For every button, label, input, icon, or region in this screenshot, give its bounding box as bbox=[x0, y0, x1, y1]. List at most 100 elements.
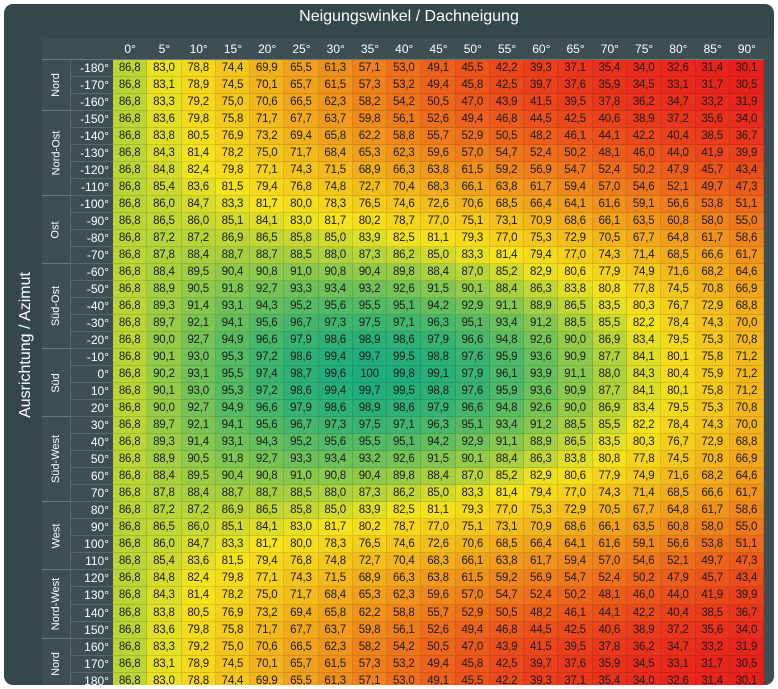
heatmap-cell: 92,7 bbox=[181, 332, 216, 350]
heatmap-cell: 79,8 bbox=[215, 162, 251, 180]
heatmap-cell: 50,5 bbox=[421, 94, 456, 112]
heatmap-cell: 88,4 bbox=[489, 451, 525, 469]
heatmap-cell: 88,9 bbox=[147, 451, 182, 469]
heatmap-cell: 58,2 bbox=[352, 94, 388, 112]
heatmap-cell: 88,0 bbox=[592, 366, 627, 384]
heatmap-cell: 56,1 bbox=[387, 621, 422, 639]
heatmap-cell: 48,2 bbox=[524, 604, 559, 622]
heatmap-cell: 83,0 bbox=[147, 60, 182, 78]
heatmap-cell: 31,7 bbox=[695, 77, 730, 95]
column-header: 45° bbox=[421, 39, 456, 60]
direction-label: Süd bbox=[42, 349, 71, 418]
heatmap-cell: 34,0 bbox=[729, 111, 765, 129]
heatmap-cell: 77,0 bbox=[489, 502, 525, 520]
heatmap-cell: 95,1 bbox=[387, 434, 422, 452]
heatmap-cell: 81,5 bbox=[215, 553, 251, 571]
heatmap-cell: 40,4 bbox=[661, 128, 696, 146]
direction-label: Nord-Ost bbox=[42, 111, 71, 197]
heatmap-cell: 71,7 bbox=[284, 587, 319, 605]
row-header: -70° bbox=[71, 247, 113, 265]
heatmap-cell: 70,1 bbox=[250, 77, 285, 95]
heatmap-cell: 74,5 bbox=[661, 281, 696, 299]
heatmap-cell: 97,9 bbox=[421, 332, 456, 350]
heatmap-cell: 98,6 bbox=[284, 383, 319, 401]
heatmap-cell: 83,4 bbox=[626, 332, 662, 350]
heatmap-cell: 90,8 bbox=[250, 468, 285, 486]
heatmap-cell: 86,8 bbox=[113, 145, 148, 163]
heatmap-cell: 81,4 bbox=[489, 247, 525, 265]
heatmap-cell: 49,7 bbox=[695, 553, 730, 571]
direction-label-text: Ost bbox=[50, 221, 62, 239]
heatmap-cell: 44,5 bbox=[524, 621, 559, 639]
heatmap-cell: 80,6 bbox=[558, 468, 593, 486]
heatmap-cell: 88,0 bbox=[318, 247, 353, 265]
heatmap-cell: 35,4 bbox=[592, 672, 627, 685]
heatmap-cell: 97,4 bbox=[250, 366, 285, 384]
heatmap-cell: 85,5 bbox=[592, 315, 627, 333]
heatmap-cell: 71,4 bbox=[626, 247, 662, 265]
heatmap-cell: 91,1 bbox=[489, 298, 525, 316]
heatmap-cell: 70,8 bbox=[729, 400, 765, 418]
heatmap-cell: 86,8 bbox=[113, 655, 148, 673]
direction-label-text: West bbox=[49, 523, 62, 549]
heatmap-cell: 94,8 bbox=[489, 400, 525, 418]
heatmap-cell: 86,8 bbox=[113, 519, 148, 537]
heatmap-cell: 92,9 bbox=[455, 298, 490, 316]
heatmap-cell: 70,8 bbox=[729, 332, 765, 350]
heatmap-cell: 88,5 bbox=[284, 485, 319, 503]
heatmap-cell: 93,4 bbox=[489, 315, 525, 333]
heatmap-cell: 90,8 bbox=[250, 264, 285, 282]
heatmap-cell: 75,9 bbox=[695, 366, 730, 384]
heatmap-cell: 71,7 bbox=[250, 111, 285, 129]
heatmap-cell: 86,8 bbox=[113, 230, 148, 248]
heatmap-cell: 92,6 bbox=[524, 400, 559, 418]
heatmap-cell: 85,4 bbox=[147, 553, 182, 571]
heatmap-cell: 91,5 bbox=[421, 451, 456, 469]
heatmap-cell: 63,8 bbox=[489, 553, 525, 571]
heatmap-cell: 46,8 bbox=[489, 621, 525, 639]
heatmap-cell: 72,9 bbox=[695, 298, 730, 316]
heatmap-cell: 83,3 bbox=[215, 196, 251, 214]
direction-label: Nord bbox=[42, 638, 71, 685]
heatmap-cell: 98,6 bbox=[318, 332, 353, 350]
row-header: 100° bbox=[71, 536, 113, 554]
row-header: 170° bbox=[71, 655, 113, 673]
heatmap-cell: 46,0 bbox=[626, 145, 662, 163]
heatmap-cell: 66,1 bbox=[592, 519, 627, 537]
heatmap-cell: 52,6 bbox=[421, 111, 456, 129]
heatmap-cell: 53,8 bbox=[695, 536, 730, 554]
row-header: 80° bbox=[71, 502, 113, 520]
heatmap-cell: 97,9 bbox=[421, 400, 456, 418]
row-header: 30° bbox=[71, 417, 113, 435]
heatmap-cell: 88,7 bbox=[215, 247, 251, 265]
heatmap-cell: 82,2 bbox=[626, 417, 662, 435]
heatmap-cell: 76,5 bbox=[352, 536, 388, 554]
heatmap-cell: 61,3 bbox=[318, 60, 353, 78]
heatmap-cell: 91,1 bbox=[489, 434, 525, 452]
heatmap-cell: 73,1 bbox=[489, 519, 525, 537]
heatmap-cell: 54,6 bbox=[626, 553, 662, 571]
heatmap-cell: 86,8 bbox=[113, 247, 148, 265]
heatmap-cell: 79,4 bbox=[524, 247, 559, 265]
heatmap-cell: 74,6 bbox=[387, 536, 422, 554]
heatmap-cell: 68,5 bbox=[661, 485, 696, 503]
heatmap-cell: 98,6 bbox=[318, 400, 353, 418]
heatmap-cell: 92,7 bbox=[250, 451, 285, 469]
heatmap-cell: 80,8 bbox=[592, 281, 627, 299]
row-header: 160° bbox=[71, 638, 113, 656]
heatmap-cell: 95,3 bbox=[215, 349, 251, 367]
heatmap-cell: 86,8 bbox=[113, 281, 148, 299]
heatmap-cell: 85,0 bbox=[421, 247, 456, 265]
heatmap-cell: 98,9 bbox=[352, 400, 388, 418]
row-header: -90° bbox=[71, 213, 113, 231]
heatmap-cell: 68,5 bbox=[661, 247, 696, 265]
heatmap-cell: 68,3 bbox=[421, 553, 456, 571]
heatmap-cell: 81,4 bbox=[181, 145, 216, 163]
heatmap-cell: 85,2 bbox=[489, 468, 525, 486]
heatmap-cell: 80,0 bbox=[284, 536, 319, 554]
heatmap-cell: 58,2 bbox=[352, 638, 388, 656]
heatmap-cell: 56,6 bbox=[661, 536, 696, 554]
heatmap-cell: 50,5 bbox=[489, 128, 525, 146]
heatmap-cell: 42,5 bbox=[558, 621, 593, 639]
heatmap-cell: 93,9 bbox=[524, 366, 559, 384]
